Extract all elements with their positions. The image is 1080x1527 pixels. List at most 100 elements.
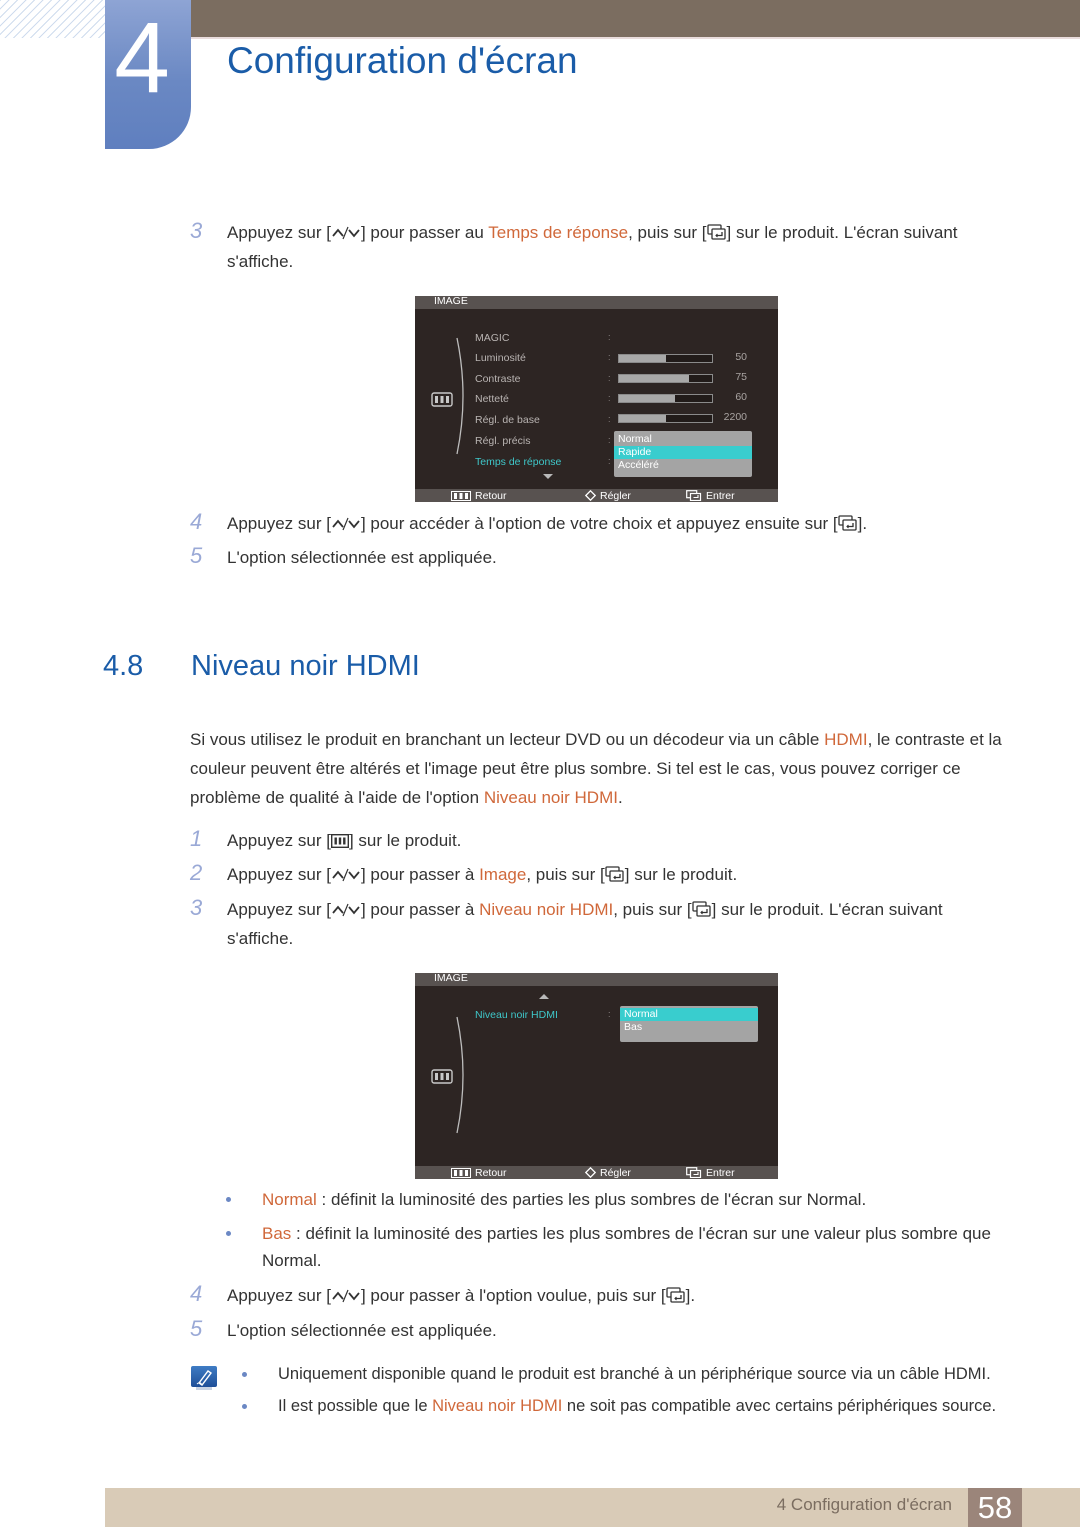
osd-item-niveau-noir-hdmi[interactable]: Niveau noir HDMI	[475, 1009, 558, 1021]
step-number: 5	[190, 1316, 203, 1341]
chapter-title: Configuration d'écran	[227, 40, 578, 81]
osd-item-luminosite[interactable]: Luminosité	[475, 352, 526, 364]
text: , puis sur [	[526, 865, 605, 884]
text: Appuyez sur [	[227, 900, 331, 919]
highlight-hdmi: HDMI	[824, 730, 868, 749]
dropdown-option-normal[interactable]: Normal	[614, 433, 752, 446]
osd-colon: :	[608, 1009, 611, 1019]
text: ] sur le produit.	[348, 831, 462, 850]
step-text: Appuyez sur [] pour passer à l'option vo…	[227, 1282, 1002, 1311]
osd-colon: :	[608, 373, 611, 383]
osd-footer-adjust[interactable]: Régler	[585, 489, 631, 502]
osd-item-magic[interactable]: MAGIC	[475, 332, 509, 344]
osd-footer: Retour Régler Entrer	[415, 489, 778, 502]
header-bar-underline	[190, 37, 1080, 39]
text: ] pour passer au	[360, 223, 489, 242]
scroll-down-arrow-icon[interactable]	[543, 474, 553, 479]
option-name: Bas	[262, 1224, 292, 1243]
dropdown-option-normal[interactable]: Normal	[620, 1008, 758, 1021]
menu-icon	[431, 392, 453, 407]
luminosite-slider[interactable]	[618, 354, 713, 363]
osd-arc-decoration	[456, 337, 464, 455]
step-number: 1	[190, 826, 203, 851]
osd-header: IMAGE	[415, 295, 778, 309]
osd-footer-back[interactable]: Retour	[451, 489, 507, 502]
option-desc: : définit la luminosité des parties les …	[316, 1190, 867, 1209]
osd-item-nettete[interactable]: Netteté	[475, 393, 509, 405]
text: ] pour passer à l'option voulue, puis su…	[360, 1286, 666, 1305]
step-number: 3	[190, 895, 203, 920]
text: Si vous utilisez le produit en branchant…	[190, 730, 825, 749]
text: ].	[685, 1286, 696, 1305]
osd-screen-temps-de-reponse: IMAGE MAGIC : Luminosité : 50 Contraste …	[415, 295, 778, 502]
enter-source-icon	[605, 863, 625, 890]
text: Appuyez sur [	[227, 223, 331, 242]
osd-footer-back[interactable]: Retour	[451, 1166, 507, 1179]
nettete-value: 60	[735, 391, 747, 403]
diamond-adjust-icon	[585, 1167, 596, 1178]
osd-arc-decoration	[456, 1016, 464, 1134]
dropdown-option-accelere[interactable]: Accéléré	[614, 459, 752, 472]
temps-de-reponse-dropdown[interactable]: Normal Rapide Accéléré	[614, 431, 752, 477]
section-number: 4.8	[103, 650, 144, 682]
menu-icon	[451, 1167, 471, 1178]
osd-footer-adjust[interactable]: Régler	[585, 1166, 631, 1179]
header-hatch-decoration	[0, 0, 105, 38]
text: ] sur le produit.	[624, 865, 738, 884]
note-text: Uniquement disponible quand le produit e…	[278, 1365, 991, 1383]
niveau-noir-hdmi-dropdown[interactable]: Normal Bas	[620, 1006, 758, 1042]
diamond-adjust-icon	[585, 490, 596, 501]
osd-item-contraste[interactable]: Contraste	[475, 373, 521, 385]
step-text: Appuyez sur [] pour accéder à l'option d…	[227, 510, 1002, 539]
osd-footer-enter[interactable]: Entrer	[686, 1166, 735, 1179]
enter-source-icon	[686, 490, 702, 501]
text: ne soit pas compatible avec certains pér…	[562, 1397, 997, 1415]
osd-colon: :	[608, 435, 611, 445]
osd-item-regl-precis[interactable]: Régl. précis	[475, 435, 530, 447]
up-down-arrow-icon	[331, 512, 361, 539]
option-desc: : définit la luminosité des parties les …	[262, 1224, 991, 1270]
highlight-niveau-noir-hdmi: Niveau noir HDMI	[479, 900, 614, 919]
text: , puis sur [	[613, 900, 692, 919]
osd-colon: :	[608, 332, 611, 342]
enter-source-icon	[706, 221, 727, 248]
option-name: Normal	[262, 1190, 317, 1209]
step-text: Appuyez sur [ ] pour passer à Niveau noir…	[227, 896, 1002, 952]
section-title: Niveau noir HDMI	[191, 650, 420, 682]
footer-back-label: Retour	[475, 489, 507, 502]
osd-title: IMAGE	[434, 295, 468, 307]
osd-item-regl-de-base[interactable]: Régl. de base	[475, 414, 540, 426]
dropdown-option-bas[interactable]: Bas	[620, 1021, 758, 1034]
highlight-niveau-noir-hdmi: Niveau noir HDMI	[483, 788, 618, 807]
osd-item-temps-de-reponse[interactable]: Temps de réponse	[475, 456, 561, 468]
osd-footer-enter[interactable]: Entrer	[686, 489, 735, 502]
regl-de-base-value: 2200	[723, 411, 747, 423]
dropdown-option-rapide[interactable]: Rapide	[614, 446, 752, 459]
section-intro: Si vous utilisez le produit en branchant…	[190, 725, 1005, 812]
up-down-arrow-icon	[331, 1284, 361, 1311]
up-down-arrow-icon	[331, 221, 361, 248]
text: , puis sur [	[628, 223, 707, 242]
bullet-dot	[226, 1197, 231, 1202]
osd-screen-niveau-noir-hdmi: IMAGE Niveau noir HDMI : Normal Bas Reto…	[415, 972, 778, 1179]
osd-title: IMAGE	[434, 972, 468, 984]
step-text: Appuyez sur [ ] pour passer au Temps de r…	[227, 219, 1002, 275]
bullet-text: Bas : définit la luminosité des parties …	[262, 1220, 1002, 1274]
footer-enter-label: Entrer	[706, 489, 735, 502]
highlight-temps-de-reponse: Temps de réponse	[488, 223, 629, 242]
contraste-slider[interactable]	[618, 374, 713, 383]
osd-footer: Retour Régler Entrer	[415, 1166, 778, 1179]
step-text: Appuyez sur [] pour passer à Image, puis…	[227, 861, 1002, 890]
text: Appuyez sur [	[227, 865, 331, 884]
nettete-slider[interactable]	[618, 394, 713, 403]
footer-adjust-label: Régler	[600, 489, 631, 502]
text: Appuyez sur [	[227, 514, 331, 533]
regl-de-base-slider[interactable]	[618, 414, 713, 423]
text: ].	[857, 514, 868, 533]
footer-back-label: Retour	[475, 1166, 507, 1179]
step-number: 4	[190, 1281, 203, 1306]
text: ] pour passer à	[360, 900, 480, 919]
osd-header: IMAGE	[415, 972, 778, 986]
scroll-up-arrow-icon[interactable]	[539, 994, 549, 999]
chapter-tab: 4	[105, 0, 191, 149]
